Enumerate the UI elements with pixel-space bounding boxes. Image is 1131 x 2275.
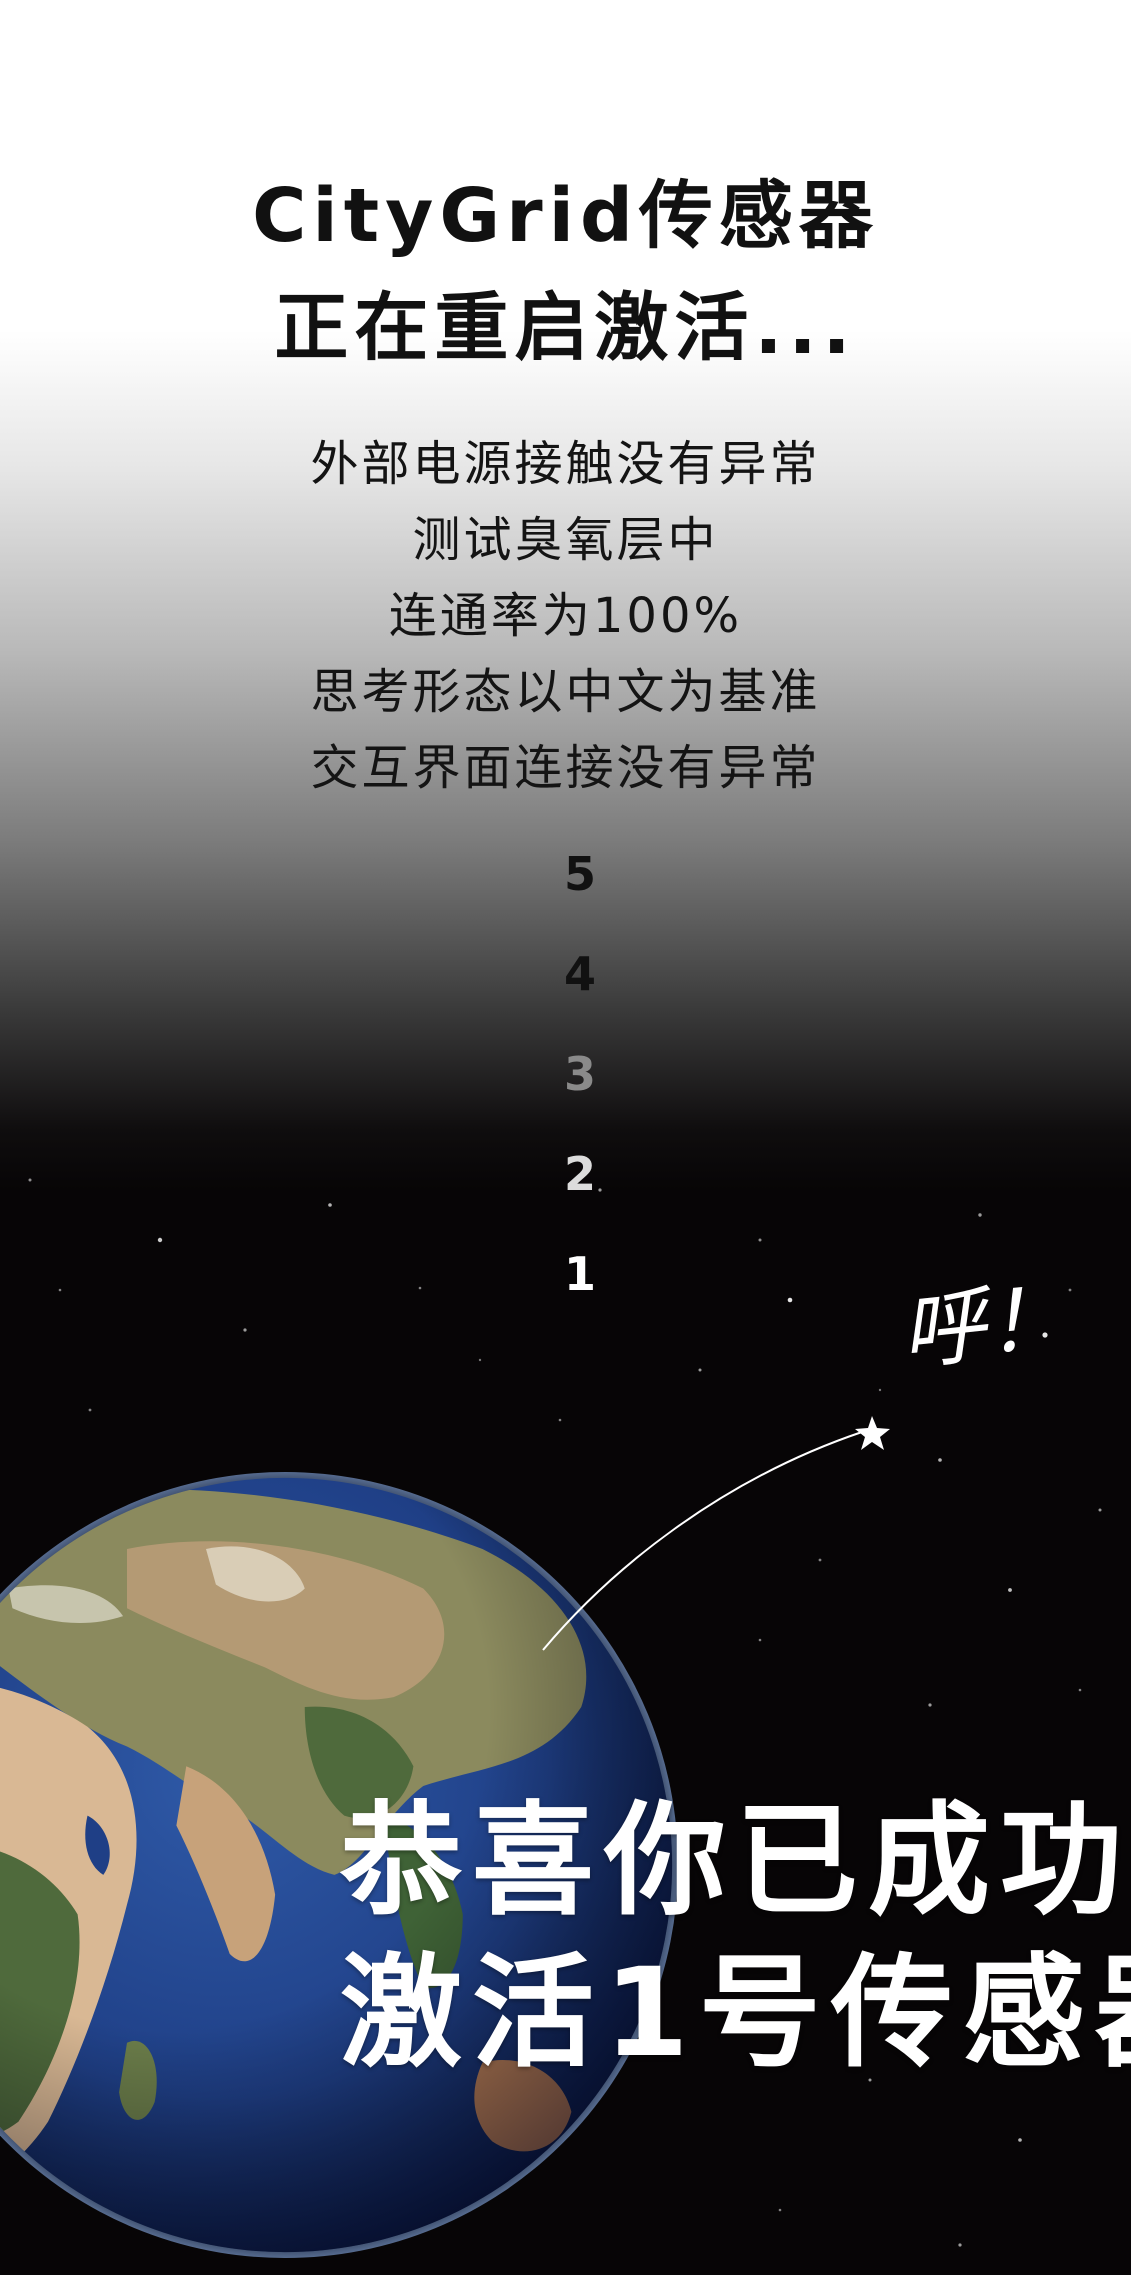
page-title: CityGrid传感器 正在重启激活... (0, 160, 1131, 384)
exclaim-handwriting: 呼！ (896, 1267, 1074, 1383)
star-icon (855, 1416, 890, 1450)
countdown-number: 5 (563, 847, 596, 901)
congrats-line: 恭喜你已成功 (340, 1790, 1131, 1932)
countdown-number: 3 (563, 1047, 596, 1101)
countdown-number: 4 (563, 947, 596, 1001)
status-line: 外部电源接触没有异常 (310, 436, 821, 492)
status-line: 测试臭氧层中 (412, 512, 719, 568)
congrats-line: 激活1号传感器 (340, 1942, 1131, 2084)
status-line: 连通率为100% (388, 588, 743, 644)
status-line: 交互界面连接没有异常 (310, 740, 821, 796)
title-line: 正在重启激活... (274, 285, 857, 371)
status-list: 外部电源接触没有异常 测试臭氧层中 连通率为100% 思考形态以中文为基准 交互… (0, 426, 1131, 806)
countdown-number: 2 (563, 1147, 596, 1201)
activation-screen: CityGrid传感器 正在重启激活... 外部电源接触没有异常 测试臭氧层中 … (0, 0, 1131, 2275)
title-line: CityGrid传感器 (252, 173, 879, 259)
status-line: 思考形态以中文为基准 (310, 664, 821, 720)
congrats-banner: 恭喜你已成功 激活1号传感器 (340, 1785, 1131, 2089)
